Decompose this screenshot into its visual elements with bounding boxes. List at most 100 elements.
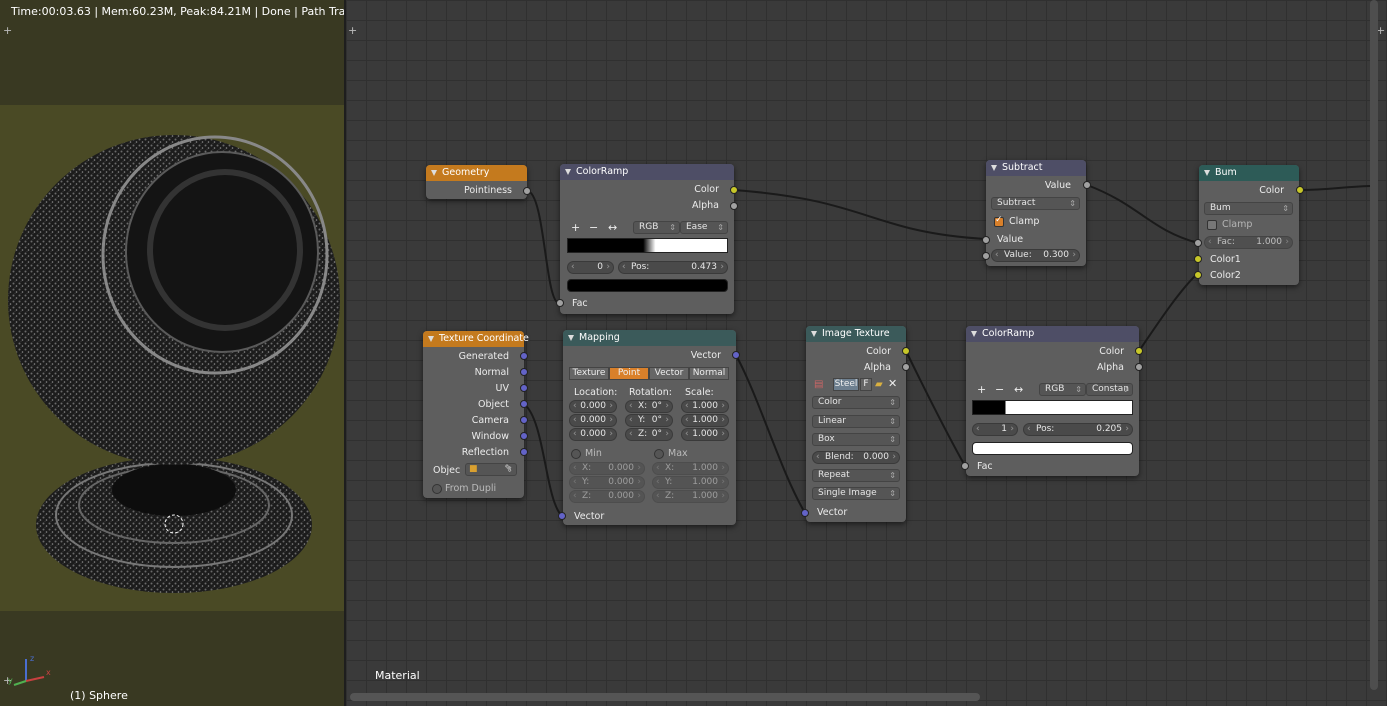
node-header[interactable]: Mapping [563,330,736,346]
fake-user-button[interactable]: F [860,378,872,391]
interpolation-select[interactable]: Ease [680,221,728,234]
add-stop-icon[interactable]: + [977,384,986,396]
scale-z-field[interactable]: 1.000 [681,428,729,441]
socket-generated[interactable] [520,352,528,360]
node-header[interactable]: Texture Coordinate [423,331,529,347]
location-x-field[interactable]: 0.000 [569,400,617,413]
location-z-field[interactable]: 0.000 [569,428,617,441]
add-stop-icon[interactable]: + [571,222,580,234]
socket-alpha-out[interactable] [1135,363,1143,371]
socket-vector-in[interactable] [801,509,809,517]
node-colorramp[interactable]: ColorRamp Color Alpha + − ↔ RGB Ease 0 P… [560,164,734,314]
socket-vector-out[interactable] [732,351,740,359]
node-header[interactable]: Subtract [986,160,1086,176]
socket-fac[interactable] [556,299,564,307]
clamp-checkbox[interactable] [994,215,1004,227]
clamp-checkbox[interactable] [1207,220,1217,230]
node-colorramp-2[interactable]: ColorRamp Color Alpha + − ↔ RGB Constan … [966,326,1139,476]
min-x-field[interactable]: X:0.000 [569,462,645,475]
scale-x-field[interactable]: 1.000 [681,400,729,413]
stop-color-swatch[interactable] [567,279,728,292]
node-image-texture[interactable]: Image Texture Color Alpha ▤ Steel F ▰ ✕ … [806,326,906,522]
node-math-subtract[interactable]: Subtract Value Subtract Clamp Value Valu… [986,160,1086,266]
node-texture-coordinate[interactable]: Texture Coordinate Generated Normal UV O… [423,331,529,498]
scale-y-field[interactable]: 1.000 [681,414,729,427]
3d-viewport[interactable]: Time:00:03.63 | Mem:60.23M, Peak:84.21M … [0,0,344,706]
max-checkbox[interactable] [654,449,664,459]
remove-stop-icon[interactable]: − [589,222,598,234]
socket-object[interactable] [520,400,528,408]
socket-color1[interactable] [1194,255,1202,263]
socket-pointiness[interactable] [523,187,531,195]
image-name-field[interactable]: Steel [833,378,859,391]
min-checkbox[interactable] [571,449,581,459]
socket-fac-in[interactable] [1194,239,1202,247]
projection-select[interactable]: Box [812,433,900,446]
remove-stop-icon[interactable]: − [995,384,1004,396]
color-mode-select[interactable]: RGB [633,221,680,234]
tab-point[interactable]: Point [609,367,649,380]
max-x-field[interactable]: X:1.000 [652,462,729,475]
object-picker[interactable]: ■ ✎ [465,463,517,476]
stop-color-swatch[interactable] [972,442,1133,455]
node-header[interactable]: ColorRamp [966,326,1139,342]
node-mix-bum[interactable]: Bum Color Bum Clamp Fac:1.000 Color1 Col… [1199,165,1299,285]
color-ramp-bar[interactable] [972,400,1133,415]
operation-select[interactable]: Subtract [991,197,1080,210]
socket-value-out[interactable] [1083,181,1091,189]
tab-texture[interactable]: Texture [569,367,609,380]
max-y-field[interactable]: Y:1.000 [652,476,729,489]
socket-alpha[interactable] [730,202,738,210]
socket-uv[interactable] [520,384,528,392]
node-header[interactable]: Bum [1199,165,1299,181]
socket-color-out[interactable] [902,347,910,355]
socket-fac-in[interactable] [961,462,969,470]
node-mapping[interactable]: Mapping Vector Texture Point Vector Norm… [563,330,736,525]
min-z-field[interactable]: Z:0.000 [569,490,645,503]
socket-color2[interactable] [1194,271,1202,279]
source-select[interactable]: Single Image [812,487,900,500]
tab-vector[interactable]: Vector [649,367,689,380]
color-mode-select[interactable]: RGB [1039,383,1086,396]
node-header[interactable]: Image Texture [806,326,906,342]
stop-index-field[interactable]: 1 [972,423,1018,436]
socket-camera[interactable] [520,416,528,424]
image-browse-icon[interactable]: ▤ [814,379,823,391]
flip-ramp-icon[interactable]: ↔ [1014,384,1023,396]
horizontal-scrollbar[interactable] [350,693,980,701]
rotation-y-field[interactable]: Y:0° [625,414,673,427]
vertical-scrollbar[interactable] [1370,0,1378,690]
max-z-field[interactable]: Z:1.000 [652,490,729,503]
socket-color-out[interactable] [1135,347,1143,355]
node-header[interactable]: Geometry [426,165,527,181]
flip-ramp-icon[interactable]: ↔ [608,222,617,234]
socket-window[interactable] [520,432,528,440]
blend-mode-select[interactable]: Bum [1204,202,1293,215]
socket-color-out[interactable] [1296,186,1304,194]
region-plus-icon[interactable]: + [348,25,357,36]
stop-position-field[interactable]: Pos:0.205 [1023,423,1133,436]
interpolation-select[interactable]: Linear [812,415,900,428]
unlink-image-icon[interactable]: ✕ [888,378,897,390]
blend-field[interactable]: Blend:0.000 [812,451,900,464]
socket-reflection[interactable] [520,448,528,456]
extension-select[interactable]: Repeat [812,469,900,482]
socket-normal[interactable] [520,368,528,376]
location-y-field[interactable]: 0.000 [569,414,617,427]
node-header[interactable]: ColorRamp [560,164,734,180]
socket-vector-in[interactable] [558,512,566,520]
stop-position-field[interactable]: Pos:0.473 [618,261,728,274]
socket-alpha-out[interactable] [902,363,910,371]
fac-field[interactable]: Fac:1.000 [1204,236,1293,249]
interpolation-select[interactable]: Constan [1086,383,1133,396]
tab-normal[interactable]: Normal [689,367,729,380]
rotation-x-field[interactable]: X:0° [625,400,673,413]
color-space-select[interactable]: Color [812,396,900,409]
rotation-z-field[interactable]: Z:0° [625,428,673,441]
socket-value-in-2[interactable] [982,252,990,260]
color-ramp-bar[interactable] [567,238,728,253]
node-geometry[interactable]: Geometry Pointiness [426,165,527,199]
region-plus-icon[interactable]: + [3,25,12,36]
stop-index-field[interactable]: 0 [567,261,614,274]
open-folder-icon[interactable]: ▰ [875,379,883,391]
